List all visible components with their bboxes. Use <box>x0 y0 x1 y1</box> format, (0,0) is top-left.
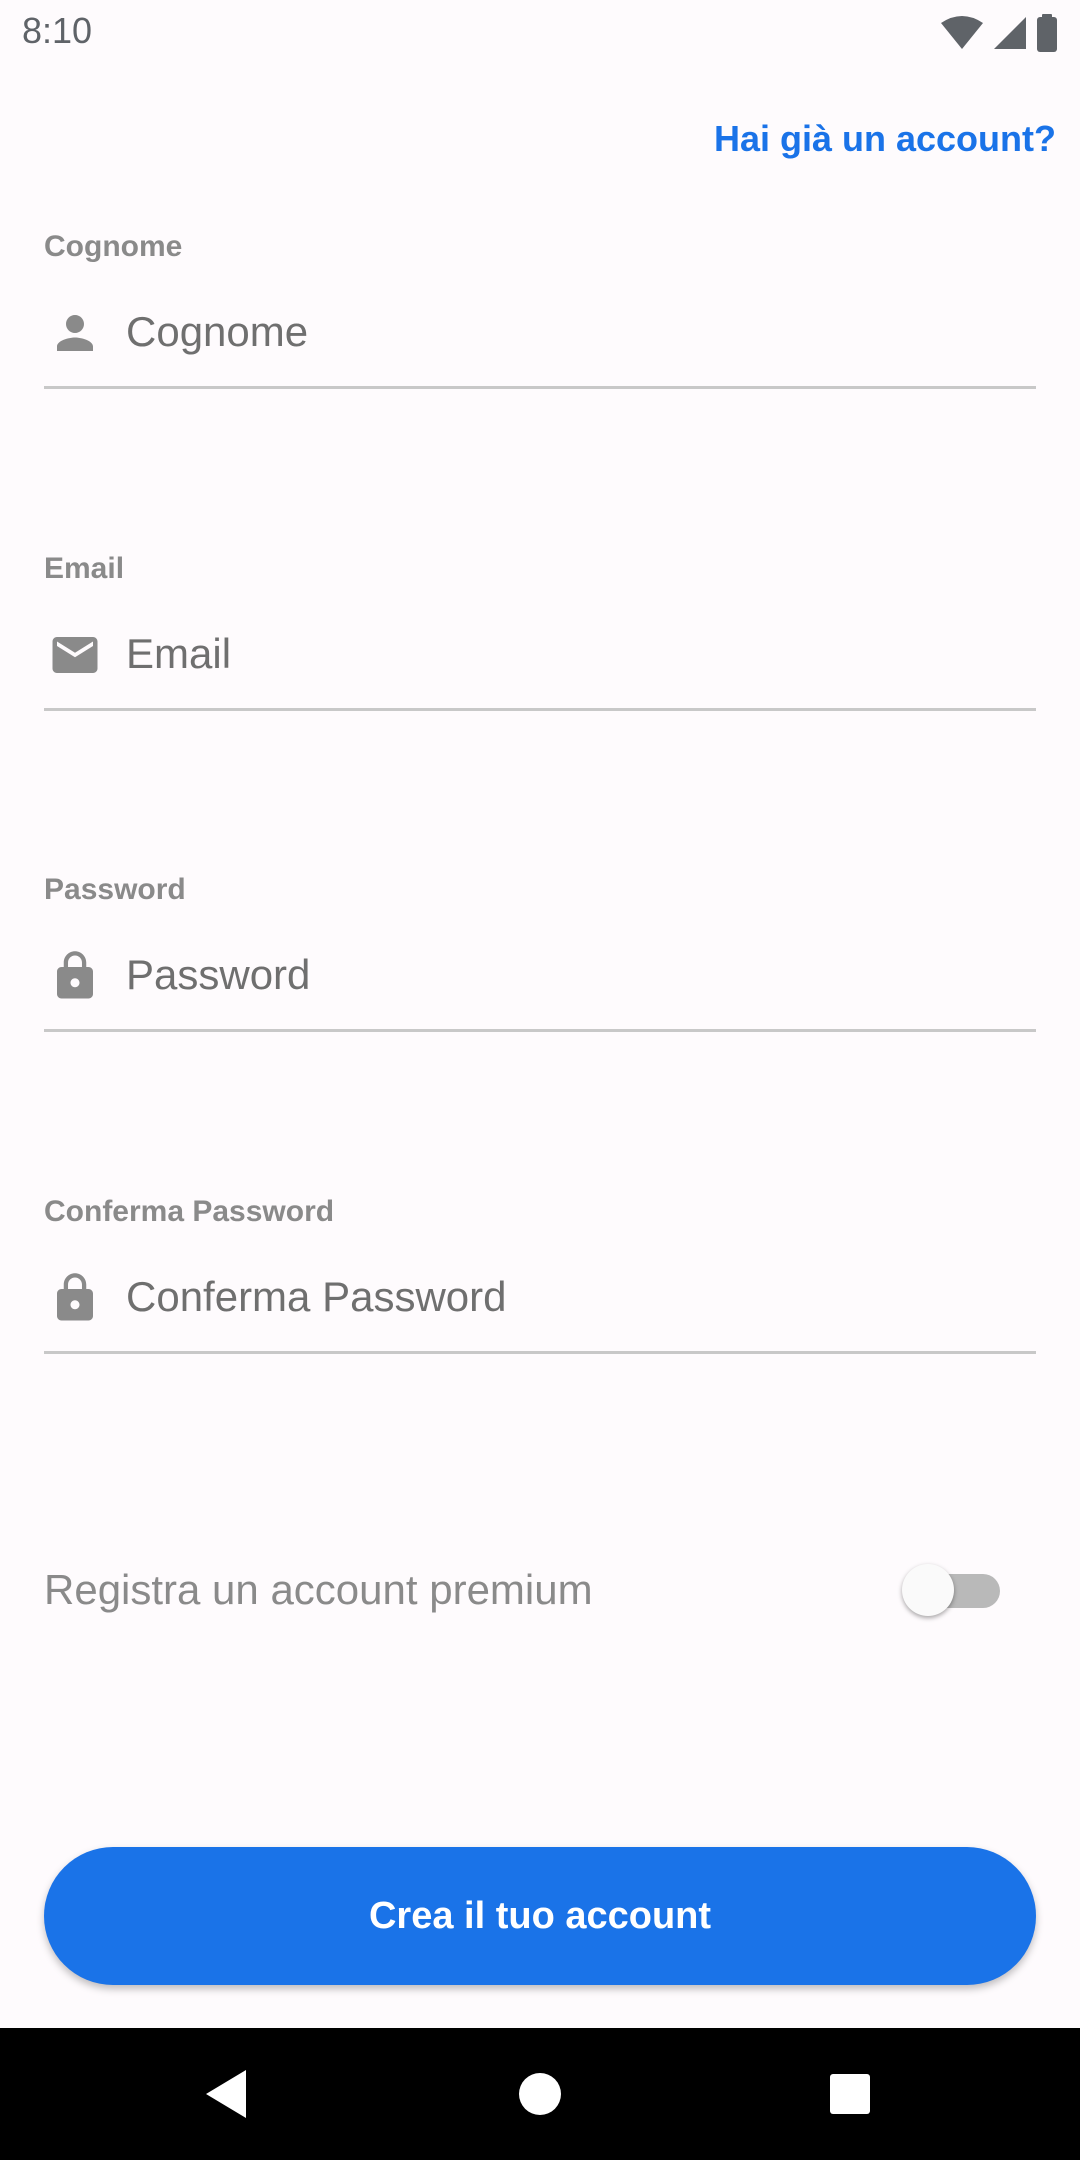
password-row <box>44 937 1036 1013</box>
status-icons <box>940 14 1058 52</box>
password-input[interactable] <box>126 937 1026 1013</box>
email-input[interactable] <box>126 616 1026 692</box>
wifi-icon <box>941 16 983 49</box>
recents-icon[interactable] <box>820 2064 880 2124</box>
email-row <box>44 616 1036 692</box>
premium-account-label: Registra un account premium <box>44 1566 593 1613</box>
home-icon[interactable] <box>510 2064 570 2124</box>
status-bar: 8:10 <box>0 0 1080 66</box>
create-account-button[interactable]: Crea il tuo account <box>44 1847 1036 1985</box>
password-label: Password <box>44 873 186 906</box>
back-icon[interactable] <box>198 2064 258 2124</box>
password-underline <box>44 1029 1036 1032</box>
lock-icon <box>57 951 93 999</box>
confirm-password-underline <box>44 1351 1036 1354</box>
system-nav-bar <box>0 2028 1080 2160</box>
already-have-account-link[interactable]: Hai già un account? <box>714 118 1056 160</box>
status-time: 8:10 <box>22 10 93 51</box>
lock-icon <box>57 1273 93 1321</box>
confirm-password-row <box>44 1259 1036 1335</box>
surname-underline <box>44 386 1036 389</box>
toggle-thumb <box>902 1564 954 1616</box>
confirm-password-label: Conferma Password <box>44 1195 335 1228</box>
premium-account-row: Registra un account premium <box>44 1560 1044 1620</box>
premium-account-toggle[interactable] <box>900 1562 1004 1618</box>
email-underline <box>44 708 1036 711</box>
mail-icon <box>52 637 98 673</box>
battery-icon <box>1037 14 1057 52</box>
cellular-signal-icon <box>994 17 1026 49</box>
surname-row <box>44 294 1036 370</box>
surname-input[interactable] <box>126 294 1026 370</box>
surname-label: Cognome <box>44 230 183 263</box>
person-icon <box>57 315 93 351</box>
confirm-password-input[interactable] <box>126 1259 1026 1335</box>
email-label: Email <box>44 552 125 585</box>
